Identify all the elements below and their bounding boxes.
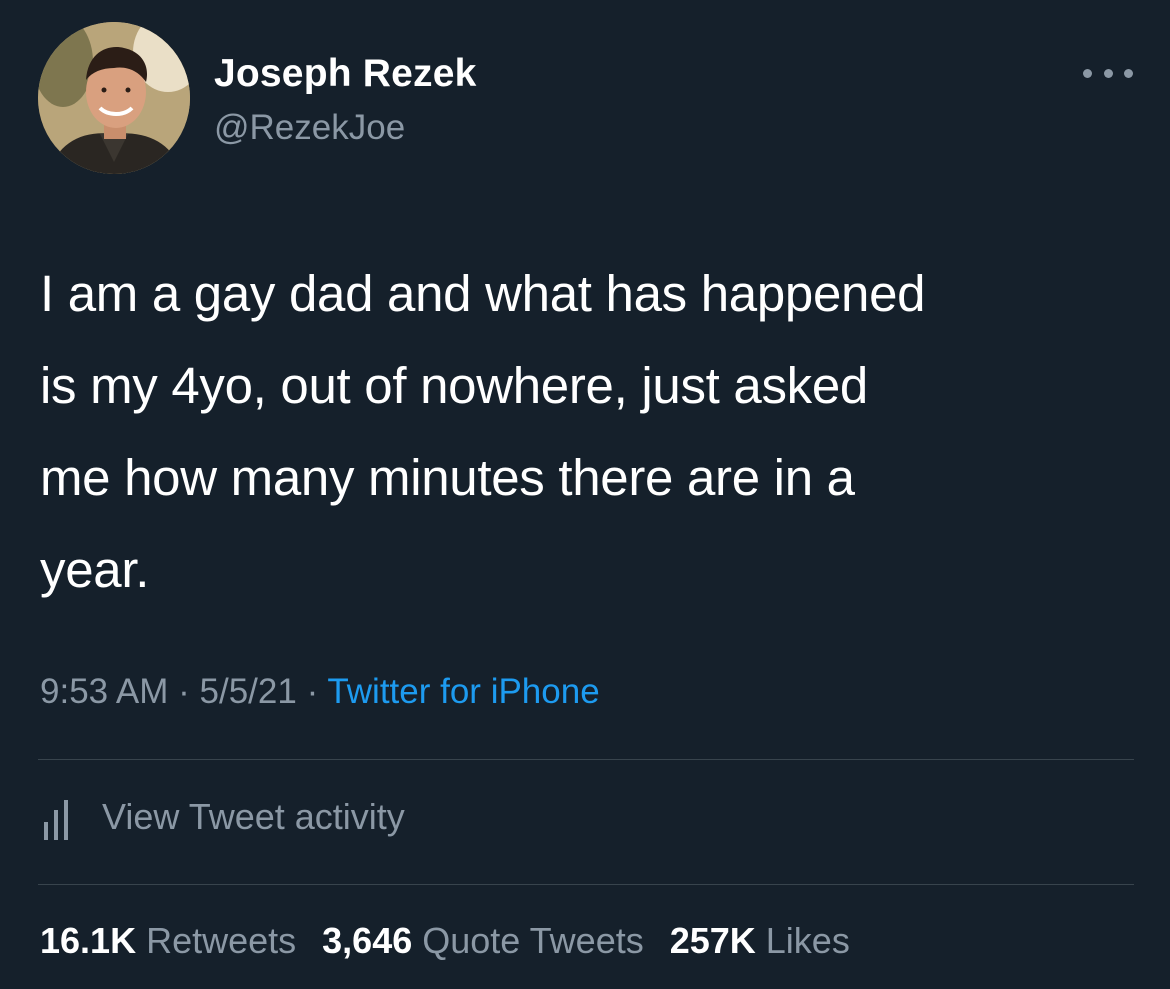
view-tweet-activity-label: View Tweet activity — [102, 796, 405, 837]
tweet-text: I am a gay dad and what has happened is … — [40, 248, 1140, 616]
tweet-time[interactable]: 9:53 AM — [40, 672, 168, 711]
author-display-name[interactable]: Joseph Rezek — [214, 52, 477, 96]
author-avatar[interactable] — [38, 22, 190, 174]
retweets-count: 16.1K — [40, 920, 137, 961]
more-horizontal-icon-dot — [1103, 68, 1113, 78]
retweets-label: Retweets — [146, 920, 297, 961]
likes-count: 257K — [669, 920, 756, 961]
likes-label: Likes — [765, 920, 850, 961]
quote-tweets-label: Quote Tweets — [422, 920, 644, 961]
quote-tweets-count: 3,646 — [322, 920, 413, 961]
tweet-source-link[interactable]: Twitter for iPhone — [327, 672, 599, 711]
bar-chart-icon — [44, 800, 68, 840]
view-tweet-activity-button[interactable]: View Tweet activity — [40, 794, 405, 840]
tweet-text-line: I am a gay dad and what has happened — [40, 265, 926, 322]
likes-stat[interactable]: 257K Likes — [670, 920, 850, 962]
retweets-stat[interactable]: 16.1K Retweets — [40, 920, 296, 962]
meta-separator: · — [168, 672, 200, 711]
divider — [38, 759, 1134, 760]
tweet-text-line: year. — [40, 541, 150, 598]
author-handle[interactable]: @RezekJoe — [214, 108, 405, 148]
divider — [38, 884, 1134, 885]
profile-photo-icon — [38, 22, 190, 174]
meta-separator: · — [296, 672, 328, 711]
engagement-stats: 16.1K Retweets 3,646 Quote Tweets 257K Like… — [40, 920, 876, 962]
tweet-text-line: is my 4yo, out of nowhere, just asked — [40, 357, 868, 414]
tweet-text-line: me how many minutes there are in a — [40, 449, 855, 506]
tweet-card: Joseph Rezek @RezekJoe I am a gay dad an… — [0, 0, 1170, 989]
tweet-date[interactable]: 5/5/21 — [200, 672, 297, 711]
tweet-metadata: 9:53 AM · 5/5/21 · Twitter for iPhone — [40, 672, 600, 712]
more-options-button[interactable] — [1083, 60, 1133, 86]
more-horizontal-icon — [1083, 68, 1092, 78]
more-horizontal-icon-dot — [1124, 68, 1133, 78]
quote-tweets-stat[interactable]: 3,646 Quote Tweets — [322, 920, 644, 962]
